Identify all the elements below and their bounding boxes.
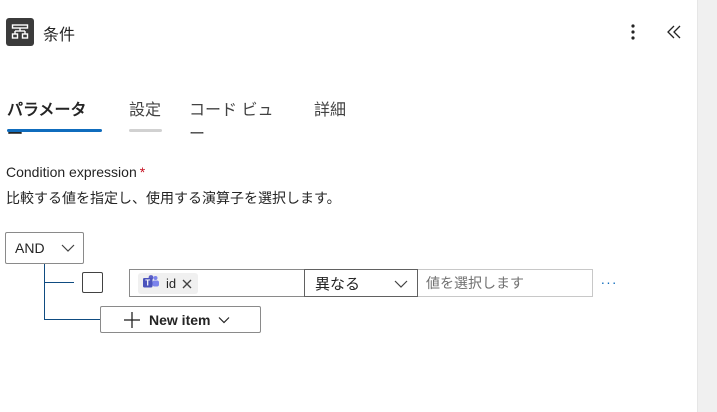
group-operator-dropdown[interactable]: AND: [5, 232, 84, 264]
token-label: id: [166, 276, 177, 291]
right-operand-input[interactable]: 値を選択します: [418, 269, 593, 297]
tab-hover-indicator: [129, 129, 162, 132]
tab-label: 設定: [129, 102, 162, 119]
new-item-button[interactable]: New item: [100, 306, 261, 333]
teams-icon: T: [142, 274, 160, 293]
panel-scrollbar[interactable]: [697, 0, 717, 412]
left-operand-field[interactable]: T id: [129, 269, 304, 297]
tab-bar: パラメーター 設定 コード ビュー 詳細: [0, 92, 350, 143]
tree-connector-new-item: [44, 319, 100, 320]
tree-connector-vertical: [44, 264, 45, 320]
chevron-down-icon: [61, 241, 75, 258]
label-text: Condition expression: [6, 164, 137, 180]
row-more-options-button[interactable]: ···: [599, 272, 619, 292]
chevron-down-icon: [218, 314, 230, 326]
dynamic-content-token[interactable]: T id: [138, 273, 199, 294]
group-operator-value: AND: [15, 240, 45, 256]
operator-value: 異なる: [315, 275, 361, 293]
svg-text:T: T: [145, 279, 150, 288]
tab-active-indicator: [7, 129, 102, 132]
condition-icon: [6, 18, 34, 46]
more-vertical-icon: [631, 24, 635, 40]
condition-panel: 条件 パラメーター 設定 コード ビュー 詳細 Condition expres…: [0, 0, 697, 412]
chevron-down-icon: [394, 277, 408, 295]
condition-expression-label: Condition expression *: [6, 164, 145, 180]
tree-connector-row: [44, 282, 74, 283]
remove-token-icon[interactable]: [182, 279, 192, 289]
tab-code-view[interactable]: コード ビュー: [189, 92, 289, 143]
tab-details[interactable]: 詳細: [314, 92, 350, 132]
operator-dropdown[interactable]: 異なる: [304, 269, 418, 297]
plus-icon: [123, 311, 141, 329]
row-select-checkbox[interactable]: [82, 272, 103, 293]
tab-label: 詳細: [314, 102, 347, 119]
panel-title: 条件: [43, 27, 76, 44]
more-options-button[interactable]: [622, 20, 644, 44]
required-marker: *: [139, 164, 146, 180]
tab-parameters[interactable]: パラメーター: [7, 92, 102, 143]
tab-label: コード ビュー: [189, 102, 274, 143]
panel-header: 条件: [0, 0, 697, 64]
tab-settings[interactable]: 設定: [129, 92, 162, 132]
new-item-label: New item: [149, 311, 211, 328]
tab-label: パラメーター: [7, 102, 87, 143]
collapse-panel-button[interactable]: [662, 20, 686, 44]
condition-description: 比較する値を指定し、使用する演算子を選択します。: [6, 190, 341, 206]
double-chevron-left-icon: [667, 25, 681, 39]
right-operand-placeholder: 値を選択します: [426, 275, 524, 291]
